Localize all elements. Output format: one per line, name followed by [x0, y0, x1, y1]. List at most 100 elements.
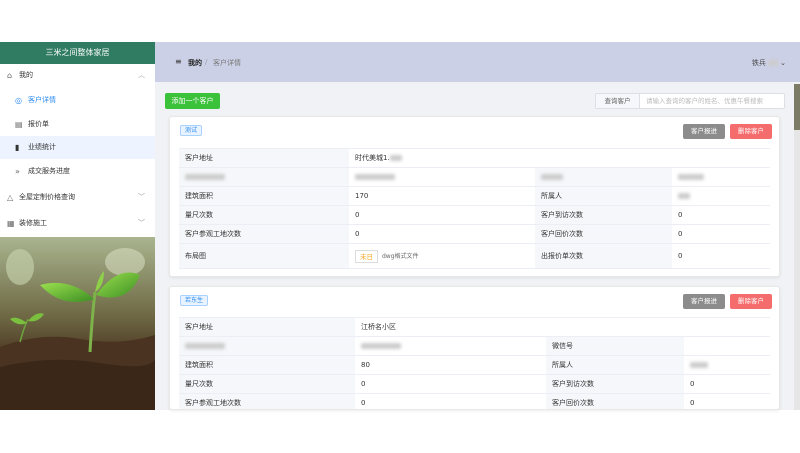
- field-label: 量尺次数: [179, 375, 355, 394]
- field-value-layout: 未日 dwg格式文件: [349, 244, 535, 269]
- field-label: 量尺次数: [179, 206, 349, 225]
- sidebar-item-label: 我的: [19, 71, 33, 79]
- menu-toggle-icon[interactable]: ≡: [175, 57, 182, 66]
- user-menu[interactable]: 铁兵 ⌄: [752, 58, 786, 68]
- field-value-redacted: [355, 337, 546, 356]
- redacted-value: [690, 362, 708, 368]
- top-header: ≡ 我的 / 客户详情 铁兵 ⌄: [155, 42, 800, 82]
- field-label: 客户回价次数: [535, 225, 672, 244]
- building-icon: ▦: [7, 219, 15, 228]
- field-value-visit-count: 0: [684, 375, 770, 394]
- sidebar-item-label: 全屋定制价格查询: [19, 193, 75, 201]
- chevron-down-icon: ⌄: [780, 59, 786, 67]
- field-value-owner: [672, 187, 770, 206]
- search-prefix-label: 查询客户: [596, 94, 640, 108]
- field-label: 客户参观工地次数: [179, 394, 355, 409]
- search-input[interactable]: 请输入查询的客户的姓名、优惠午餐搜索: [646, 94, 763, 108]
- field-value-owner: [684, 356, 770, 375]
- customer-info-grid: 客户地址 江桥名小区 微信号 建筑面积 80 所属人 量尺次数 0 客户到访次数…: [179, 317, 770, 409]
- field-label: 客户到访次数: [535, 206, 672, 225]
- bar-chart-icon: ▮: [15, 143, 20, 152]
- user-name-redacted: [767, 60, 778, 66]
- sidebar-item-price-query[interactable]: △ 全屋定制价格查询 ﹀: [0, 186, 155, 209]
- house-icon: △: [7, 193, 14, 202]
- sidebar-item-my[interactable]: ⌂ 我的 ︿: [0, 64, 155, 87]
- field-value-measure-count: 0: [349, 206, 535, 225]
- field-label: 建筑面积: [179, 356, 355, 375]
- field-value-wechat: [684, 337, 770, 356]
- field-value-wechat: [672, 168, 770, 187]
- file-format-note: dwg格式文件: [382, 253, 419, 260]
- field-label: 客户地址: [179, 149, 349, 168]
- customer-progress-button[interactable]: 客户报进: [683, 294, 725, 309]
- double-arrow-icon: »: [15, 167, 20, 176]
- field-value-price-reply-count: 0: [684, 394, 770, 409]
- field-value-price-reply-count: 0: [672, 225, 770, 244]
- field-label: 所属人: [546, 356, 684, 375]
- field-label: 建筑面积: [179, 187, 349, 206]
- customer-progress-button[interactable]: 客户报进: [683, 124, 725, 139]
- sidebar-item-label: 报价单: [28, 120, 49, 128]
- layout-file-preview[interactable]: 未日: [355, 250, 378, 263]
- sidebar-item-quote[interactable]: ▤ 报价单: [0, 113, 155, 136]
- field-label: [535, 168, 672, 187]
- field-value-area: 170: [349, 187, 535, 206]
- scrollbar-thumb[interactable]: [794, 84, 800, 130]
- field-value-site-visit-count: 0: [355, 394, 546, 409]
- redacted-value: [389, 155, 402, 161]
- redacted-value: [185, 174, 225, 180]
- address-text: 时代美城1.: [355, 154, 390, 162]
- field-label: 所属人: [535, 187, 672, 206]
- field-value-site-visit-count: 0: [349, 225, 535, 244]
- field-label: 微信号: [546, 337, 684, 356]
- field-label-redacted: [179, 168, 349, 187]
- sidebar-menu: ⌂ 我的 ︿ ◎ 客户详情 ▤ 报价单 ▮ 业绩统计 » 成交服务进度 △ 全屋…: [0, 64, 155, 237]
- redacted-value: [678, 174, 704, 180]
- sidebar-item-construction[interactable]: ▦ 装修施工 ﹀: [0, 212, 155, 235]
- main-area: ≡ 我的 / 客户详情 铁兵 ⌄ 添加一个客户 查询客户 请输入查询的客户的姓名…: [155, 42, 800, 410]
- field-value-measure-count: 0: [355, 375, 546, 394]
- breadcrumb-separator: /: [205, 58, 208, 66]
- field-label: 客户地址: [179, 318, 355, 337]
- sidebar-item-label: 成交服务进度: [28, 167, 70, 175]
- field-value-address: 江桥名小区: [355, 318, 770, 337]
- field-label-redacted: [179, 337, 355, 356]
- field-value-redacted: [349, 168, 535, 187]
- search-customer-box: 查询客户 请输入查询的客户的姓名、优惠午餐搜索: [595, 93, 785, 109]
- breadcrumb-current: 客户详情: [213, 59, 241, 67]
- redacted-value: [185, 343, 225, 349]
- customer-card: 若东生 客户报进 删除客户 客户地址 江桥名小区 微信号 建筑面积 80 所属人…: [169, 286, 780, 410]
- customer-name-tag: 若东生: [180, 295, 209, 306]
- target-icon: ◎: [15, 96, 22, 105]
- sidebar-item-performance[interactable]: ▮ 业绩统计: [0, 136, 155, 159]
- add-customer-button[interactable]: 添加一个客户: [165, 93, 220, 109]
- redacted-value: [541, 174, 563, 180]
- customer-card: 测试 客户报进 删除客户 客户地址 时代美城1. 建筑面积 170 所属人 量尺…: [169, 116, 780, 277]
- delete-customer-button[interactable]: 删除客户: [730, 124, 772, 139]
- sidebar-item-progress[interactable]: » 成交服务进度: [0, 160, 155, 183]
- user-name: 铁兵: [751, 59, 766, 67]
- sidebar-item-customer-detail[interactable]: ◎ 客户详情: [0, 89, 155, 112]
- field-value-visit-count: 0: [672, 206, 770, 225]
- sidebar-brand: 三米之间整体家居: [0, 42, 155, 64]
- delete-customer-button[interactable]: 删除客户: [730, 294, 772, 309]
- scrollbar-track[interactable]: [794, 84, 800, 410]
- customer-info-grid: 客户地址 时代美城1. 建筑面积 170 所属人 量尺次数 0 客户到访次数 0…: [179, 148, 770, 269]
- breadcrumb-root[interactable]: 我的: [188, 58, 202, 68]
- redacted-value: [678, 193, 690, 199]
- field-value-area: 80: [355, 356, 546, 375]
- field-label: 客户参观工地次数: [179, 225, 349, 244]
- document-icon: ▤: [15, 120, 23, 129]
- field-label: 客户到访次数: [546, 375, 684, 394]
- sidebar: 三米之间整体家居 ⌂ 我的 ︿ ◎ 客户详情 ▤ 报价单 ▮ 业绩统计 » 成交…: [0, 42, 155, 410]
- sidebar-item-label: 装修施工: [19, 219, 47, 227]
- field-label: 客户回价次数: [546, 394, 684, 409]
- customer-name-tag: 测试: [180, 125, 203, 136]
- home-icon: ⌂: [7, 71, 13, 80]
- sidebar-item-label: 业绩统计: [28, 143, 56, 151]
- field-label: 布局图: [179, 244, 349, 269]
- field-value-address: 时代美城1.: [349, 149, 770, 168]
- redacted-value: [361, 343, 401, 349]
- redacted-value: [355, 174, 395, 180]
- chevron-down-icon: ﹀: [138, 219, 145, 227]
